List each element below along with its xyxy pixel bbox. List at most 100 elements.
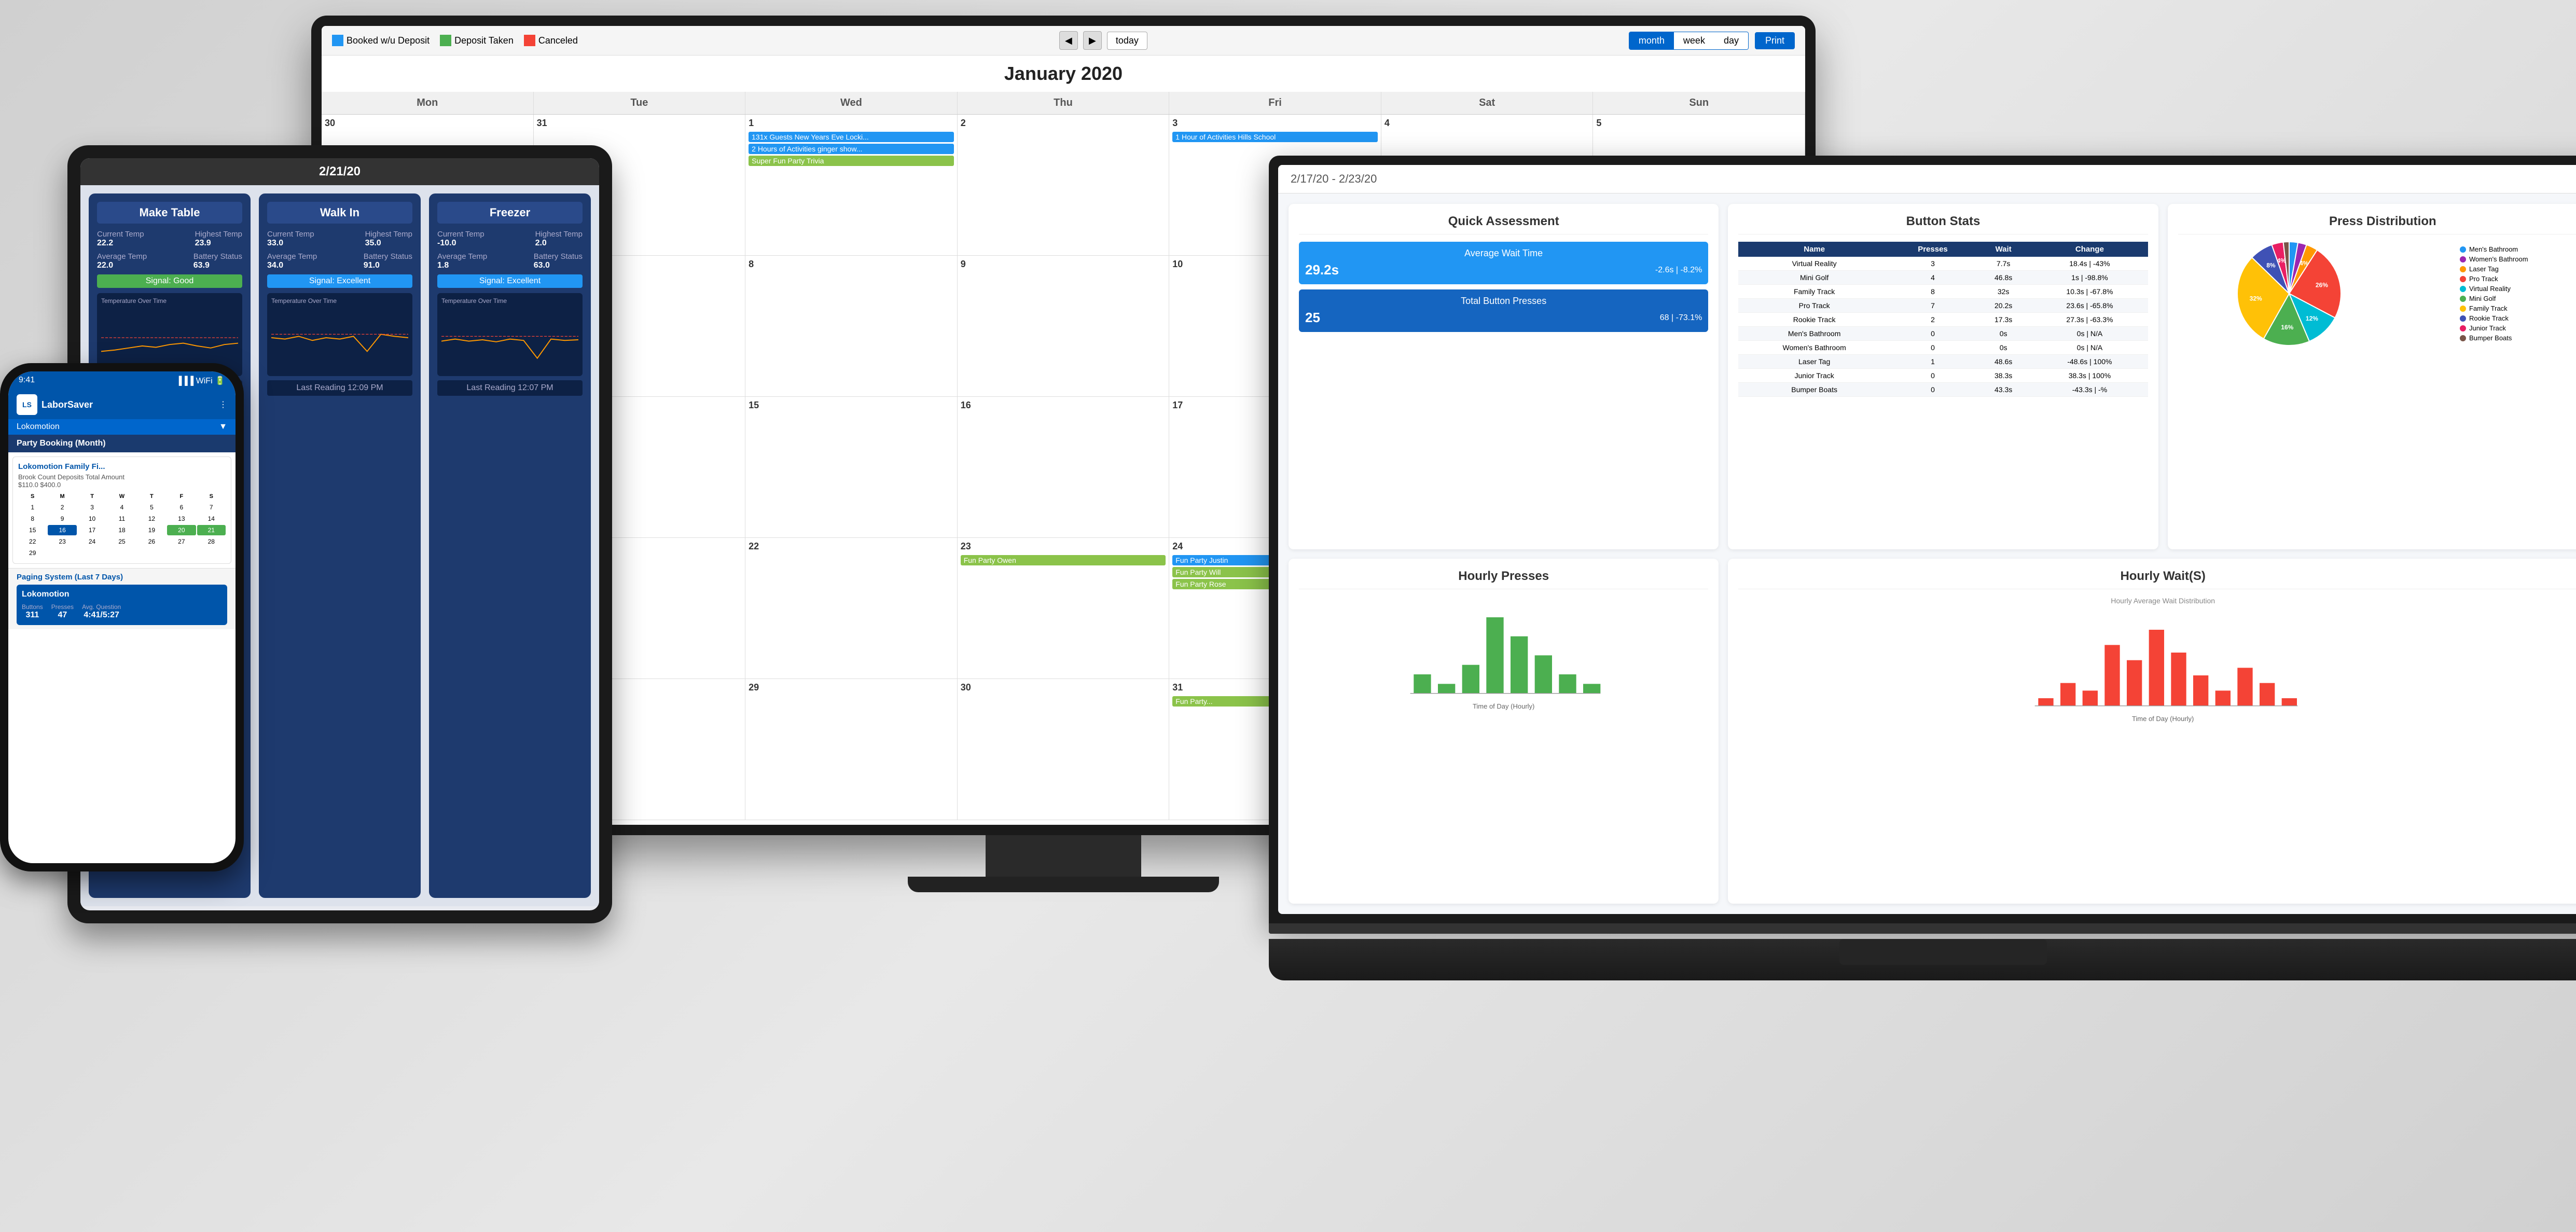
cal-day[interactable]: 23 [48, 536, 76, 547]
cal-day-selected[interactable]: 16 [48, 525, 76, 535]
avg-wait-row: 29.2s -2.6s | -8.2% [1305, 262, 1702, 278]
stat-value: 4:41/5:27 [82, 611, 121, 620]
stats-table-row: Men's Bathroom 0 0s 0s | N/A [1738, 327, 2148, 341]
day-header-wed: Wed [745, 92, 958, 114]
pie-legend-dot [2460, 325, 2466, 331]
cal-cell-jan16[interactable]: 16 [958, 397, 1170, 538]
cal-day[interactable]: 25 [107, 536, 136, 547]
event-newyears[interactable]: 131x Guests New Years Eve Locki... [749, 132, 954, 142]
cal-day[interactable]: 19 [137, 525, 166, 535]
cal-cell-jan2[interactable]: 2 [958, 115, 1170, 256]
phone-bottom-section: Paging System (Last 7 Days) Lokomotion B… [8, 568, 236, 629]
highest-temp-value: 35.0 [365, 239, 412, 248]
cal-day-event[interactable]: 21 [197, 525, 226, 535]
battery-value: 91.0 [364, 261, 412, 270]
phone-chevron-icon[interactable]: ▼ [219, 422, 227, 432]
date-num: 15 [749, 400, 954, 411]
cal-cell-jan23[interactable]: 23 Fun Party Owen [958, 538, 1170, 679]
cal-day[interactable]: 14 [197, 514, 226, 524]
cal-day[interactable]: 12 [137, 514, 166, 524]
cal-day[interactable]: 11 [107, 514, 136, 524]
calendar-day-headers: Mon Tue Wed Thu Fri Sat Sun [322, 92, 1805, 115]
total-presses-row: 25 68 | -73.1% [1305, 310, 1702, 326]
hourly-waits-chart [1738, 609, 2576, 713]
cal-day[interactable]: 7 [197, 502, 226, 513]
cal-day[interactable]: 3 [78, 502, 106, 513]
col-header-presses: Presses [1890, 242, 1975, 257]
cal-day[interactable]: 1 [18, 502, 47, 513]
cell-wait: 17.3s [1975, 313, 2031, 327]
pie-legend-label: Women's Bathroom [2469, 255, 2528, 263]
date-num: 30 [325, 118, 530, 129]
cal-day[interactable]: 15 [18, 525, 47, 535]
cal-day[interactable]: 2 [48, 502, 76, 513]
cal-day[interactable]: 8 [18, 514, 47, 524]
hourly-presses-bar [1583, 684, 1600, 693]
highest-temp-label: Highest Temp [195, 230, 242, 239]
laptop-trackpad[interactable] [1839, 939, 2047, 965]
phone-stat-avg: Avg. Question 4:41/5:27 [82, 603, 121, 620]
cal-cell-jan30[interactable]: 30 [958, 679, 1170, 820]
phone-outer: 9:41 ▐▐▐ WiFi 🔋 LS LaborSaver ⋮ Lokomoti… [0, 363, 244, 871]
pie-chart-svg: 4%26%12%16%32%8%4% [2237, 242, 2341, 345]
cal-cell-jan1[interactable]: 1 131x Guests New Years Eve Locki... 2 H… [745, 115, 958, 256]
cal-day[interactable]: 17 [78, 525, 106, 535]
cal-cell-jan8[interactable]: 8 [745, 256, 958, 397]
phone-paging-title: Paging System (Last 7 Days) [17, 573, 227, 582]
highest-temp-value: 2.0 [535, 239, 583, 248]
phone-menu-icon[interactable]: ⋮ [219, 399, 227, 410]
date-num: 8 [749, 259, 954, 270]
cal-day[interactable]: 18 [107, 525, 136, 535]
analytics-body: Quick Assessment Average Wait Time 29.2s… [1278, 193, 2576, 914]
calendar-view-buttons: month week day [1629, 32, 1749, 50]
calendar-print-btn[interactable]: Print [1755, 32, 1795, 49]
cal-day[interactable]: 4 [107, 502, 136, 513]
day-header-fri: Fri [1169, 92, 1381, 114]
calendar-next-btn[interactable]: ▶ [1083, 31, 1102, 50]
legend-deposit-label: Deposit Taken [454, 35, 514, 46]
cal-day[interactable]: 6 [167, 502, 196, 513]
cal-day[interactable]: 9 [48, 514, 76, 524]
laptop-base [1269, 939, 2576, 980]
phone-booking-card[interactable]: Lokomotion Family Fi... Brook Count Depo… [12, 456, 231, 564]
event-trivia[interactable]: Super Fun Party Trivia [749, 156, 954, 166]
hourly-waits-bar [2149, 630, 2164, 706]
cal-day[interactable]: 28 [197, 536, 226, 547]
stats-table-row: Rookie Track 2 17.3s 27.3s | -63.3% [1738, 313, 2148, 327]
pie-label: 16% [2281, 324, 2293, 331]
calendar-day-view-btn[interactable]: day [1714, 32, 1748, 49]
event-activities[interactable]: 2 Hours of Activities ginger show... [749, 144, 954, 154]
legend-booked-label: Booked w/u Deposit [347, 35, 430, 46]
cell-change: 23.6s | -65.8% [2031, 299, 2148, 313]
cal-header: T [137, 492, 166, 501]
cell-name: Pro Track [1738, 299, 1890, 313]
calendar-month-view-btn[interactable]: month [1629, 32, 1674, 49]
phone-location-bar: Lokomotion ▼ [8, 419, 236, 435]
calendar-legend: Booked w/u Deposit Deposit Taken Cancele… [332, 35, 578, 46]
cal-day[interactable]: 24 [78, 536, 106, 547]
cell-name: Women's Bathroom [1738, 341, 1890, 355]
event-hills[interactable]: 1 Hour of Activities Hills School [1172, 132, 1378, 142]
cal-day[interactable]: 27 [167, 536, 196, 547]
hourly-waits-card: Hourly Wait(S) Hourly Average Wait Distr… [1728, 559, 2576, 904]
cal-day[interactable]: 29 [18, 548, 47, 558]
event-funparty-owen[interactable]: Fun Party Owen [961, 555, 1166, 565]
cal-cell-jan15[interactable]: 15 [745, 397, 958, 538]
cal-day[interactable]: 13 [167, 514, 196, 524]
avg-wait-value: 29.2s [1305, 262, 1339, 278]
cal-day-event[interactable]: 20 [167, 525, 196, 535]
cell-change: -48.6s | 100% [2031, 355, 2148, 369]
stats-table-row: Bumper Boats 0 43.3s -43.3s | -% [1738, 383, 2148, 397]
cal-day[interactable]: 10 [78, 514, 106, 524]
calendar-today-btn[interactable]: today [1107, 32, 1147, 50]
pie-label: 32% [2250, 295, 2262, 302]
calendar-week-view-btn[interactable]: week [1674, 32, 1714, 49]
cal-cell-jan9[interactable]: 9 [958, 256, 1170, 397]
calendar-prev-btn[interactable]: ◀ [1059, 31, 1078, 50]
cal-day[interactable]: 26 [137, 536, 166, 547]
cal-cell-jan22[interactable]: 22 [745, 538, 958, 679]
cal-cell-jan29[interactable]: 29 [745, 679, 958, 820]
hourly-waits-title: Hourly Wait(S) [1738, 569, 2576, 589]
cal-day[interactable]: 22 [18, 536, 47, 547]
cal-day[interactable]: 5 [137, 502, 166, 513]
